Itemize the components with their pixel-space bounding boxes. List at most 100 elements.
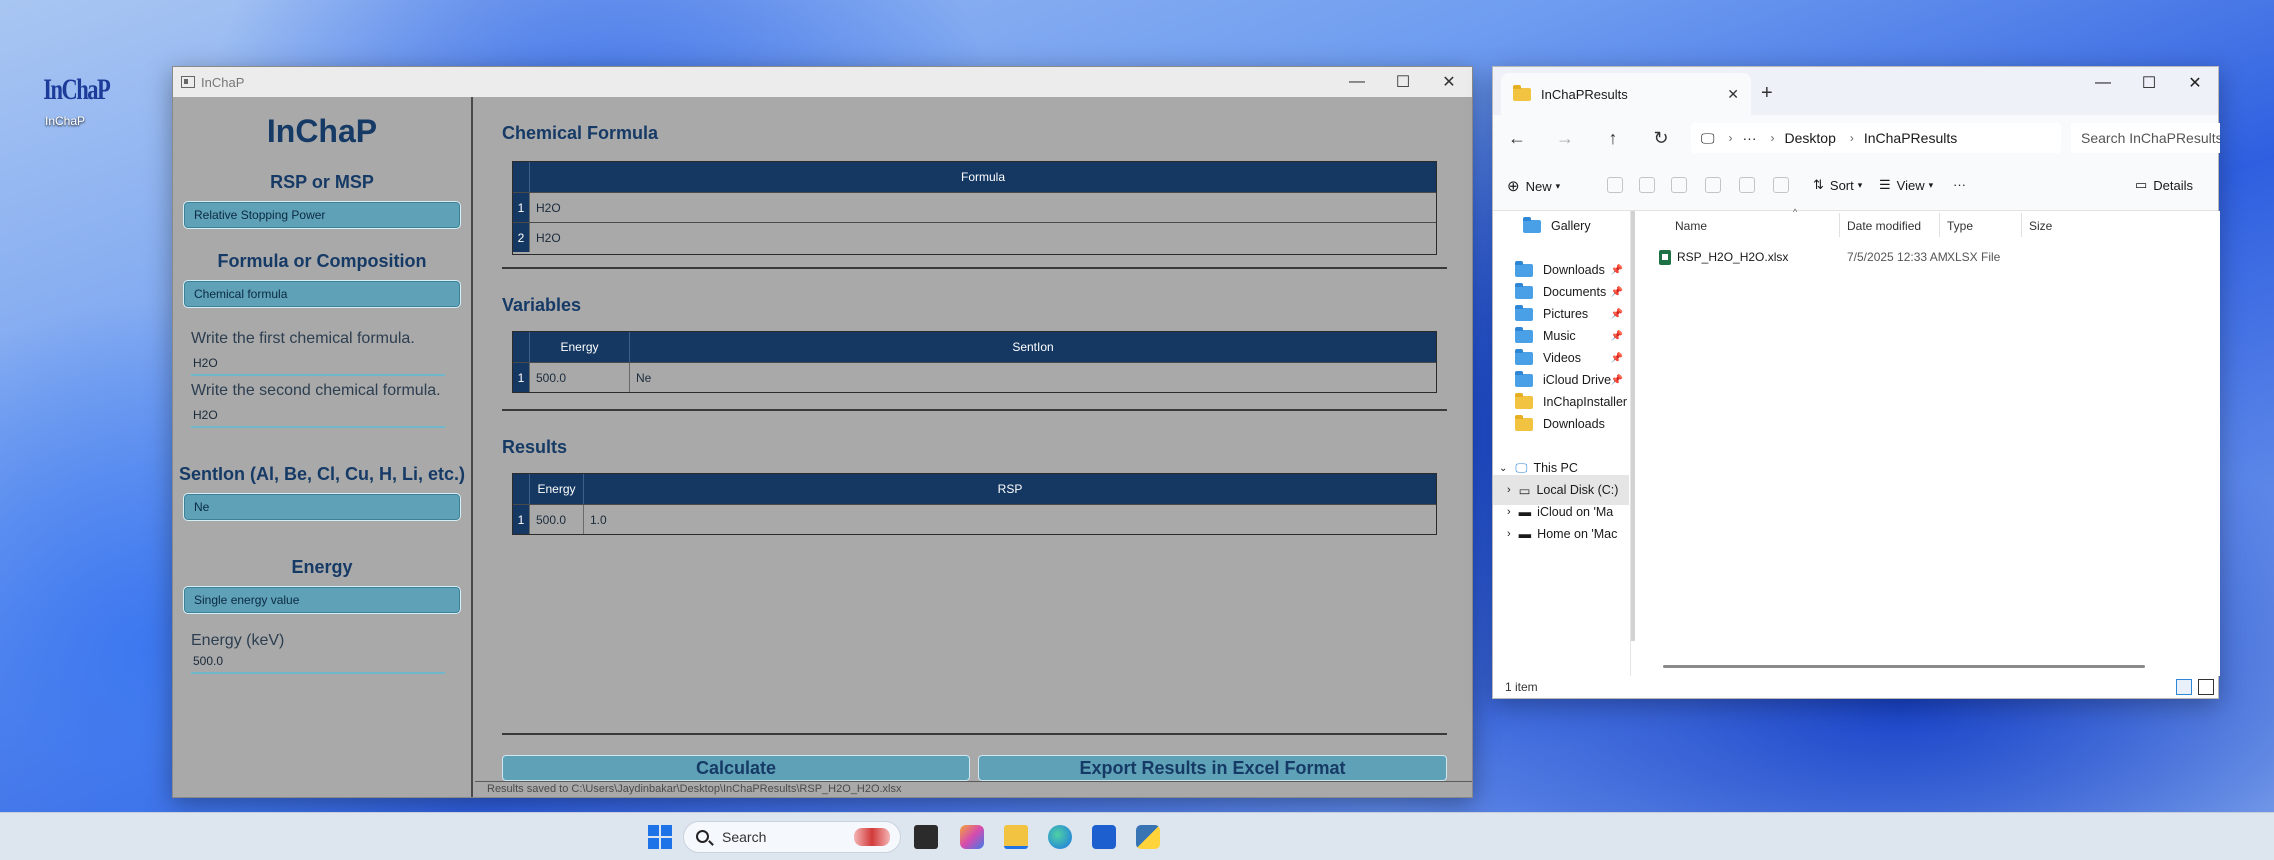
rename-icon[interactable] (1705, 177, 1721, 193)
size-column-header[interactable]: Size (2029, 219, 2052, 233)
desktop-icon-label: InChaP (44, 114, 86, 128)
column-divider[interactable] (1939, 213, 1940, 237)
back-arrow-icon[interactable]: ← (1493, 128, 1541, 149)
table-row[interactable]: 1 500.0 Ne (513, 362, 1436, 392)
paste-icon[interactable] (1671, 177, 1687, 193)
energy-cell[interactable]: 500.0 (529, 363, 629, 392)
pin-icon: 📌 (1610, 330, 1623, 342)
new-tab-button[interactable]: + (1761, 82, 1773, 105)
copy-icon[interactable] (1639, 177, 1655, 193)
folder-icon (1515, 414, 1533, 431)
energy-cell[interactable]: 500.0 (529, 505, 583, 534)
chevron-down-icon: ▾ (1928, 179, 1934, 190)
rsp-column-header[interactable]: RSP (583, 474, 1436, 504)
calculate-button[interactable]: Calculate (502, 755, 970, 781)
nav-item-home-on-mac[interactable]: › ▬ Home on 'Mac (1493, 519, 1629, 549)
formula-cell[interactable]: H2O (529, 223, 1436, 252)
store-icon[interactable] (1092, 825, 1116, 849)
table-row[interactable]: 2 H2O (513, 222, 1436, 252)
energy-kev-input[interactable]: 500.0 (191, 652, 445, 674)
excel-file-icon (1659, 250, 1671, 265)
maximize-button[interactable]: ☐ (1380, 67, 1426, 97)
pc-icon: 🖵 (1515, 460, 1528, 475)
inchap-desktop-shortcut[interactable]: InChaP InChaP (36, 66, 111, 128)
details-button[interactable]: ▭ Details (2135, 177, 2193, 193)
table-row[interactable]: 1 H2O (513, 192, 1436, 222)
nav-item-downloads-folder[interactable]: Downloads (1493, 409, 1629, 439)
search-input[interactable]: Search InChaPResults (2071, 123, 2220, 153)
folder-icon (1513, 84, 1531, 101)
cut-icon[interactable] (1607, 177, 1623, 193)
more-icon[interactable]: ··· (1743, 130, 1757, 146)
sention-select[interactable]: Ne (183, 493, 461, 521)
type-column-header[interactable]: Type (1947, 219, 1973, 233)
breadcrumb-desktop[interactable]: Desktop (1785, 130, 1836, 146)
more-options-icon[interactable]: ··· (1953, 177, 1966, 192)
sort-button[interactable]: ⇅ Sort ▾ (1813, 177, 1862, 193)
column-divider[interactable] (1839, 213, 1840, 237)
horizontal-scrollbar[interactable] (1663, 665, 2145, 668)
taskbar-search[interactable]: Search (683, 821, 901, 853)
chevron-right-icon: › (1507, 528, 1511, 540)
python-icon[interactable] (1136, 825, 1160, 849)
app-titlebar[interactable]: InChaP — ☐ ✕ (173, 67, 1472, 97)
first-formula-input[interactable]: H2O (191, 354, 445, 376)
sention-cell[interactable]: Ne (629, 363, 1436, 392)
energy-column-header[interactable]: Energy (529, 474, 583, 504)
nav-item-gallery[interactable]: Gallery (1493, 211, 1629, 241)
edge-browser-icon[interactable] (1048, 825, 1072, 849)
tab-close-icon[interactable]: ✕ (1727, 86, 1739, 103)
variables-table: Energy SentIon 1 500.0 Ne (512, 331, 1437, 393)
formula-column-header[interactable]: Formula (529, 162, 1436, 192)
tiles-view-icon[interactable] (2198, 679, 2214, 695)
column-divider[interactable] (2021, 213, 2022, 237)
breadcrumb[interactable]: 🖵 › ··· › Desktop › InChaPResults (1691, 123, 2061, 153)
pin-icon: 📌 (1610, 286, 1623, 298)
export-excel-button[interactable]: Export Results in Excel Format (978, 755, 1447, 781)
table-row[interactable]: 1 500.0 1.0 (513, 504, 1436, 534)
refresh-icon[interactable]: ↻ (1637, 128, 1685, 149)
close-button[interactable]: ✕ (1426, 67, 1472, 97)
second-formula-input[interactable]: H2O (191, 406, 445, 428)
file-explorer-icon[interactable] (1004, 825, 1028, 849)
up-arrow-icon[interactable]: ↑ (1589, 128, 1637, 149)
drive-icon: ▭ (1518, 483, 1531, 498)
details-view-icon[interactable] (2176, 679, 2192, 695)
formula-mode-select[interactable]: Chemical formula (183, 280, 461, 308)
maximize-button[interactable]: ☐ (2126, 67, 2172, 99)
explorer-tab[interactable]: InChaPResults ✕ (1501, 73, 1751, 115)
nav-item-label: Videos (1543, 351, 1581, 365)
delete-icon[interactable] (1773, 177, 1789, 193)
search-highlight-icon (854, 828, 890, 846)
close-button[interactable]: ✕ (2172, 67, 2218, 99)
breadcrumb-inchapresults[interactable]: InChaPResults (1864, 130, 1957, 146)
explorer-tabbar[interactable]: InChaPResults ✕ + — ☐ ✕ (1493, 67, 2218, 115)
task-view-icon[interactable] (914, 825, 938, 849)
network-drive-icon: ▬ (1518, 505, 1532, 519)
nav-scrollbar[interactable] (1631, 211, 1635, 641)
rsp-cell[interactable]: 1.0 (583, 505, 1436, 534)
forward-arrow-icon[interactable]: → (1541, 128, 1589, 149)
file-list: ^ Name Date modified Type Size RSP_H2O_H… (1643, 207, 2220, 676)
share-icon[interactable] (1739, 177, 1755, 193)
energy-mode-select[interactable]: Single energy value (183, 586, 461, 614)
new-button[interactable]: ⊕ New ▾ (1507, 177, 1560, 195)
rsp-msp-select[interactable]: Relative Stopping Power (183, 201, 461, 229)
copilot-icon[interactable] (960, 825, 984, 849)
name-column-header[interactable]: Name (1675, 219, 1707, 233)
sention-column-header[interactable]: SentIon (629, 332, 1436, 362)
gallery-icon (1523, 216, 1541, 233)
date-column-header[interactable]: Date modified (1847, 219, 1921, 233)
energy-column-header[interactable]: Energy (529, 332, 629, 362)
formula-cell[interactable]: H2O (529, 193, 1436, 222)
documents-icon (1515, 282, 1533, 299)
second-formula-label: Write the second chemical formula. (191, 382, 441, 399)
row-index: 1 (513, 505, 529, 534)
start-windows-icon[interactable] (648, 825, 672, 849)
minimize-button[interactable]: — (2080, 67, 2126, 99)
row-index: 2 (513, 223, 529, 252)
view-button[interactable]: ☰ View ▾ (1879, 177, 1933, 193)
minimize-button[interactable]: — (1334, 67, 1380, 97)
list-item[interactable]: RSP_H2O_H2O.xlsx 7/5/2025 12:33 AM XLSX … (1643, 243, 2220, 271)
folder-icon (1515, 392, 1533, 409)
